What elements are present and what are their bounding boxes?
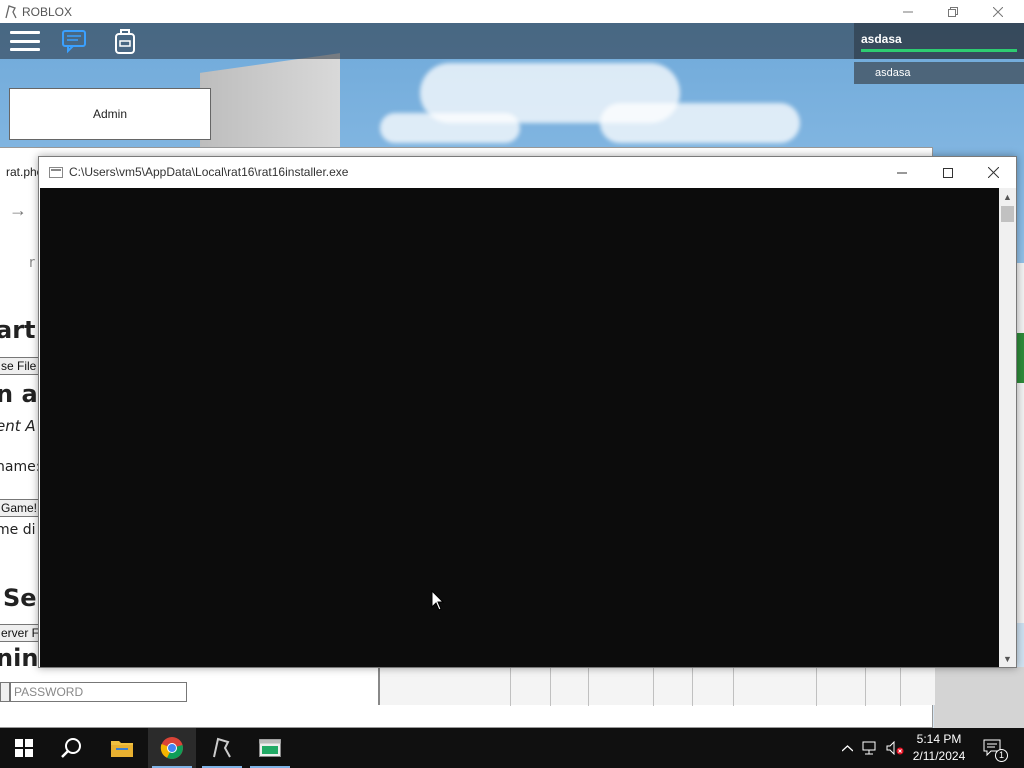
console-minimize-button[interactable] — [879, 157, 925, 188]
console-window-title: C:\Users\vm5\AppData\Local\rat16\rat16in… — [69, 165, 349, 179]
password-input[interactable]: PASSWORD — [10, 682, 187, 702]
close-button[interactable] — [975, 0, 1021, 23]
roblox-window-title: ROBLOX — [22, 4, 73, 19]
heading-fragment: n a — [0, 380, 38, 408]
clock-time: 5:14 PM — [916, 732, 962, 746]
console-app-icon — [49, 167, 63, 178]
notification-count-badge: 1 — [995, 749, 1008, 762]
console-close-button[interactable] — [970, 157, 1016, 188]
text-fragment: ent A — [0, 417, 36, 435]
player-health-box: asdasa — [854, 23, 1024, 59]
nav-fragment[interactable]: r — [29, 255, 35, 271]
show-hidden-icons-icon[interactable] — [838, 728, 856, 768]
roblox-logo-icon — [4, 4, 18, 19]
taskbar-clock[interactable]: 5:14 PM 2/11/2024 — [906, 731, 972, 765]
notifications-icon[interactable]: 1 — [978, 728, 1008, 768]
login-field[interactable] — [0, 682, 10, 702]
white-debris — [934, 667, 1024, 728]
console-maximize-button[interactable] — [925, 157, 971, 188]
search-icon[interactable] — [48, 728, 96, 768]
scroll-up-arrow-icon[interactable]: ▲ — [999, 188, 1016, 205]
scroll-down-arrow-icon[interactable]: ▼ — [999, 650, 1016, 667]
scroll-thumb[interactable] — [1001, 206, 1014, 222]
cloud — [600, 103, 800, 143]
start-button[interactable] — [0, 728, 48, 768]
network-icon[interactable] — [860, 728, 880, 768]
hamburger-menu-icon[interactable] — [10, 28, 40, 54]
player-name: asdasa — [861, 32, 902, 46]
volume-muted-icon[interactable] — [884, 728, 906, 768]
clock-date: 2/11/2024 — [912, 749, 966, 763]
choose-file-button[interactable]: se File — [0, 357, 42, 375]
chrome-icon[interactable] — [148, 728, 196, 768]
admin-button[interactable]: Admin — [9, 88, 211, 140]
label-fragment: name: — [0, 459, 41, 475]
backpack-icon[interactable] — [113, 26, 137, 56]
console-scrollbar[interactable]: ▲ ▼ — [999, 188, 1016, 667]
game-button[interactable]: Game! — [0, 499, 43, 517]
chat-icon[interactable] — [60, 27, 88, 55]
green-strip — [1016, 333, 1024, 383]
console-output-area[interactable] — [40, 188, 999, 667]
console-titlebar[interactable]: C:\Users\vm5\AppData\Local\rat16\rat16in… — [39, 157, 1016, 188]
heading-fragment: nin — [0, 644, 39, 672]
roblox-taskbar-icon[interactable] — [198, 728, 246, 768]
player-list-item[interactable]: asdasa — [854, 62, 1024, 84]
health-bar — [861, 49, 1017, 52]
mouse-cursor-icon — [431, 589, 445, 612]
console-taskbar-icon[interactable] — [246, 728, 294, 768]
windows-taskbar: 5:14 PM 2/11/2024 1 — [0, 728, 1024, 768]
text-fragment: me di — [0, 522, 36, 538]
console-window[interactable]: C:\Users\vm5\AppData\Local\rat16\rat16in… — [38, 156, 1017, 668]
roblox-titlebar[interactable]: ROBLOX — [0, 0, 1024, 23]
minimize-button[interactable] — [885, 0, 931, 23]
desktop-screen: ROBLOX asdasa asdasa Admin rat.pho → r a… — [0, 0, 1024, 768]
cloud — [380, 113, 520, 143]
forward-arrow-icon[interactable]: → — [9, 200, 27, 221]
file-explorer-icon[interactable] — [98, 728, 146, 768]
heading-fragment: art — [0, 316, 36, 344]
restore-button[interactable] — [930, 0, 976, 23]
health-fill — [861, 49, 1017, 52]
